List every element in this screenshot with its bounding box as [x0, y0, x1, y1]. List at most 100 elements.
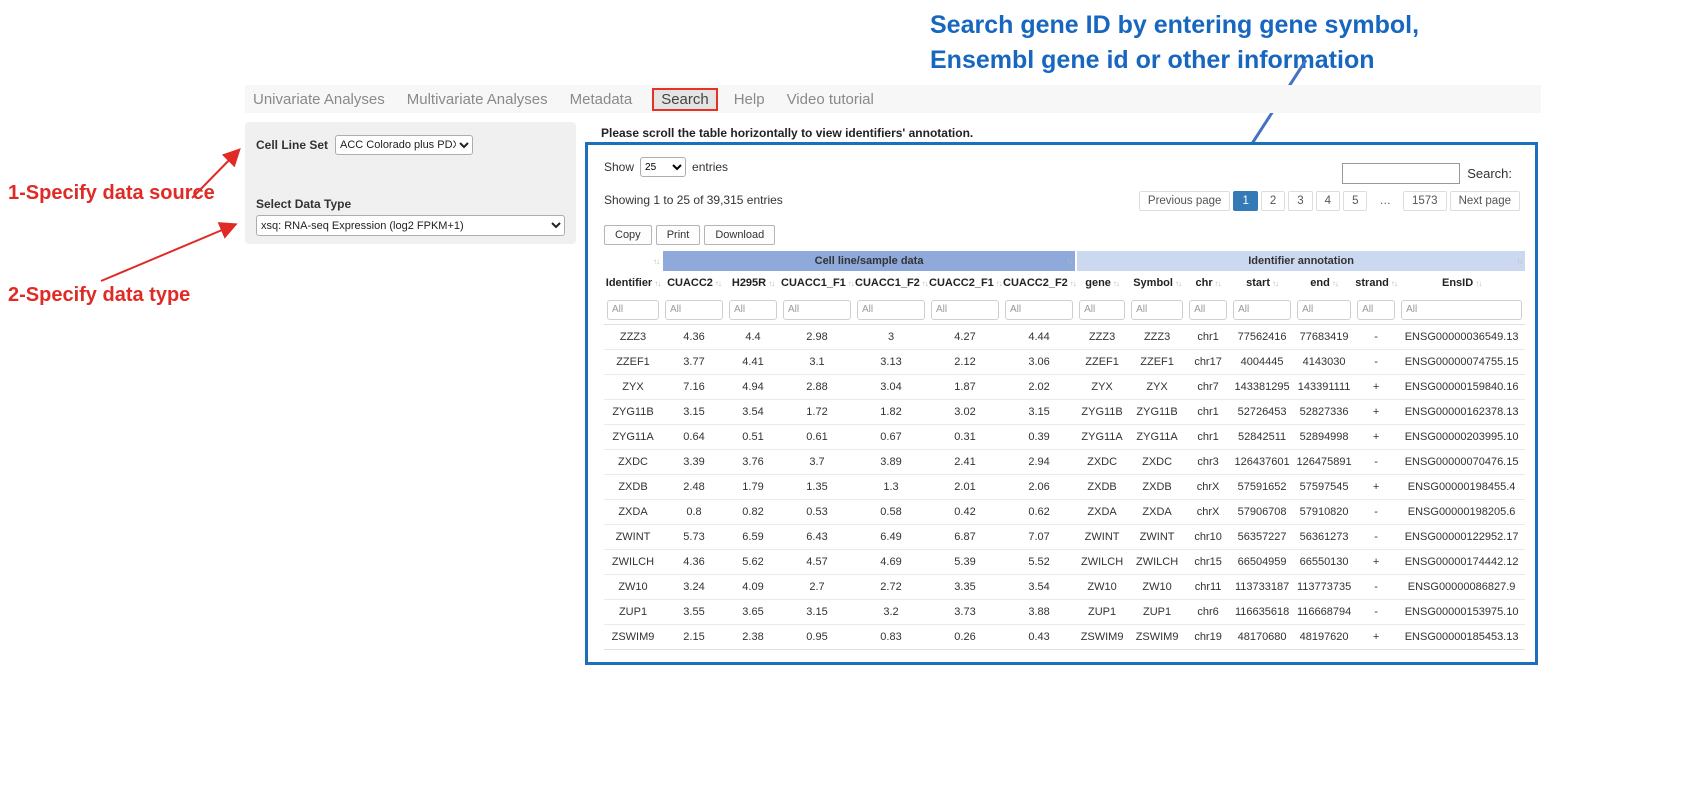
table-cell: ZZZ3: [1128, 324, 1186, 349]
column-header-strand[interactable]: strand↑↓: [1354, 271, 1398, 295]
column-header-row: Identifier↑↓CUACC2↑↓H295R↑↓CUACC1_F1↑↓CU…: [604, 271, 1525, 295]
filter-input-cuacc2[interactable]: [665, 300, 723, 320]
column-header-cuacc2-f2[interactable]: CUACC2_F2↑↓: [1002, 271, 1076, 295]
table-cell: 3.15: [1002, 399, 1076, 424]
sort-icon: ↑↓: [1391, 279, 1397, 288]
search-input[interactable]: [1342, 163, 1460, 184]
print-button[interactable]: Print: [656, 225, 701, 245]
copy-button[interactable]: Copy: [604, 225, 652, 245]
table-cell: 2.02: [1002, 374, 1076, 399]
table-cell: ZSWIM9: [604, 624, 662, 649]
table-cell: +: [1354, 624, 1398, 649]
nav-item-help[interactable]: Help: [732, 89, 767, 110]
previous-page-button[interactable]: Previous page: [1139, 191, 1231, 211]
download-button[interactable]: Download: [704, 225, 775, 245]
table-cell: chr3: [1186, 449, 1230, 474]
page-button-3[interactable]: 3: [1288, 191, 1312, 211]
nav-item-search[interactable]: Search: [652, 88, 718, 111]
column-header-cuacc1-f1[interactable]: CUACC1_F1↑↓: [780, 271, 854, 295]
table-cell: 3.35: [928, 574, 1002, 599]
table-cell: chr6: [1186, 599, 1230, 624]
table-cell: 4143030: [1294, 349, 1354, 374]
step1-annotation: 1-Specify data source: [8, 182, 215, 205]
nav-item-univariate-analyses[interactable]: Univariate Analyses: [251, 89, 387, 110]
filter-input-identifier[interactable]: [607, 300, 659, 320]
filter-input-gene[interactable]: [1079, 300, 1125, 320]
table-cell: 113773735: [1294, 574, 1354, 599]
cell-line-set-select[interactable]: ACC Colorado plus PDX: [335, 135, 473, 155]
column-header-cuacc2-f1[interactable]: CUACC2_F1↑↓: [928, 271, 1002, 295]
nav-item-multivariate-analyses[interactable]: Multivariate Analyses: [405, 89, 550, 110]
table-cell: -: [1354, 324, 1398, 349]
table-cell: 3.06: [1002, 349, 1076, 374]
filter-input-ensid[interactable]: [1401, 300, 1522, 320]
next-page-button[interactable]: Next page: [1450, 191, 1520, 211]
search-annotation-line1: Search gene ID by entering gene symbol,: [930, 8, 1419, 43]
table-cell: -: [1354, 349, 1398, 374]
nav-item-metadata[interactable]: Metadata: [568, 89, 635, 110]
column-header-ensid[interactable]: EnsID↑↓: [1398, 271, 1525, 295]
filter-input-cuacc2-f1[interactable]: [931, 300, 999, 320]
table-cell: 5.52: [1002, 549, 1076, 574]
nav-item-video-tutorial[interactable]: Video tutorial: [785, 89, 876, 110]
filter-input-end[interactable]: [1297, 300, 1351, 320]
table-cell: 0.26: [928, 624, 1002, 649]
page-button-2[interactable]: 2: [1261, 191, 1285, 211]
table-cell: 0.95: [780, 624, 854, 649]
column-header-symbol[interactable]: Symbol↑↓: [1128, 271, 1186, 295]
table-cell: 57906708: [1230, 499, 1294, 524]
table-cell: +: [1354, 549, 1398, 574]
filter-cell-ensid: [1398, 295, 1525, 324]
table-cell: 2.72: [854, 574, 928, 599]
search-label: Search:: [1467, 166, 1512, 181]
filter-input-h295r[interactable]: [729, 300, 777, 320]
column-header-chr[interactable]: chr↑↓: [1186, 271, 1230, 295]
table-cell: ENSG00000162378.13: [1398, 399, 1525, 424]
filter-cell-cuacc1-f2: [854, 295, 928, 324]
page-length-select[interactable]: 25: [640, 157, 686, 177]
table-cell: ZUP1: [1128, 599, 1186, 624]
column-header-h295r[interactable]: H295R↑↓: [726, 271, 780, 295]
page-button-1573[interactable]: 1573: [1403, 191, 1447, 211]
table-cell: ENSG00000198205.6: [1398, 499, 1525, 524]
filter-input-symbol[interactable]: [1131, 300, 1183, 320]
table-cell: 3.15: [662, 399, 726, 424]
column-label: strand: [1355, 277, 1389, 289]
column-header-end[interactable]: end↑↓: [1294, 271, 1354, 295]
page-button-5[interactable]: 5: [1343, 191, 1367, 211]
column-header-cuacc1-f2[interactable]: CUACC1_F2↑↓: [854, 271, 928, 295]
column-header-identifier[interactable]: Identifier↑↓: [604, 271, 662, 295]
table-cell: chrX: [1186, 474, 1230, 499]
column-header-cuacc2[interactable]: CUACC2↑↓: [662, 271, 726, 295]
table-cell: ENSG00000153975.10: [1398, 599, 1525, 624]
table-cell: -: [1354, 599, 1398, 624]
data-table: ↑↓Cell line/sample data↑↓Identifier anno…: [604, 251, 1525, 650]
table-panel: Show 25 entries Search: Showing 1 to 25 …: [585, 142, 1538, 665]
table-cell: ZWILCH: [1128, 549, 1186, 574]
column-header-start[interactable]: start↑↓: [1230, 271, 1294, 295]
filter-input-cuacc2-f2[interactable]: [1005, 300, 1073, 320]
table-cell: 3.88: [1002, 599, 1076, 624]
filter-input-strand[interactable]: [1357, 300, 1395, 320]
table-cell: 3.24: [662, 574, 726, 599]
filter-input-start[interactable]: [1233, 300, 1291, 320]
page-button-4[interactable]: 4: [1316, 191, 1340, 211]
table-row: ZWINT5.736.596.436.496.877.07ZWINTZWINTc…: [604, 524, 1525, 549]
column-header-gene[interactable]: gene↑↓: [1076, 271, 1128, 295]
table-cell: +: [1354, 374, 1398, 399]
data-type-select[interactable]: xsq: RNA-seq Expression (log2 FPKM+1): [256, 215, 565, 236]
filter-input-cuacc1-f2[interactable]: [857, 300, 925, 320]
table-cell: 0.53: [780, 499, 854, 524]
red-arrow-2: [101, 225, 234, 281]
filter-cell-cuacc2-f1: [928, 295, 1002, 324]
show-label: Show: [604, 160, 634, 174]
filter-cell-end: [1294, 295, 1354, 324]
table-cell: ZW10: [1076, 574, 1128, 599]
page-button-1[interactable]: 1: [1233, 191, 1257, 211]
table-cell: 3.04: [854, 374, 928, 399]
table-cell: ZWINT: [604, 524, 662, 549]
filter-input-chr[interactable]: [1189, 300, 1227, 320]
filter-input-cuacc1-f1[interactable]: [783, 300, 851, 320]
table-cell: 2.7: [780, 574, 854, 599]
table-cell: 3.65: [726, 599, 780, 624]
